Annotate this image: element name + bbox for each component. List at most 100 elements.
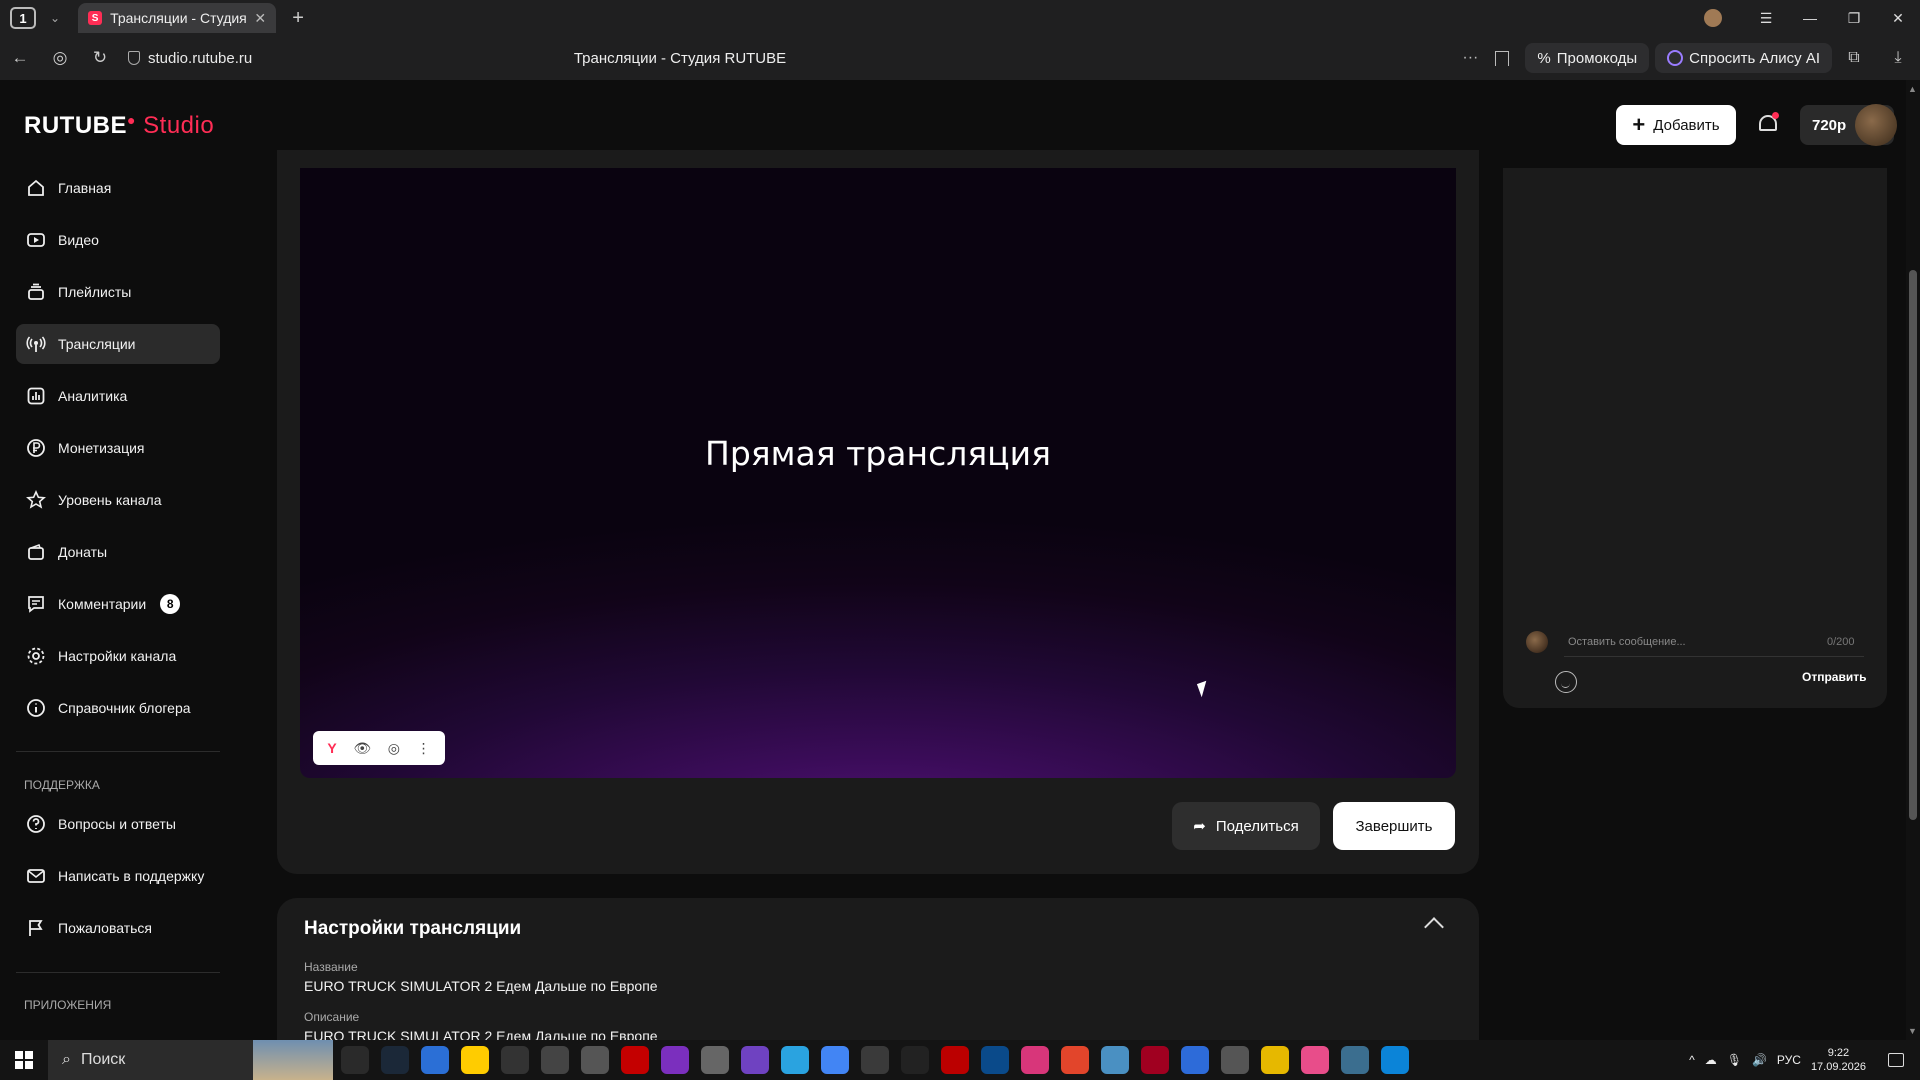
app-icon[interactable] xyxy=(1061,1046,1089,1074)
search-label: Поиск xyxy=(80,1051,126,1068)
support-heading: ПОДДЕРЖКА xyxy=(24,778,100,792)
chrome-icon[interactable] xyxy=(821,1046,849,1074)
sidebar-item-video[interactable]: Видео xyxy=(16,220,220,260)
sidebar-item-comments[interactable]: Комментарии 8 xyxy=(16,584,220,624)
browser-menu-icon[interactable]: ☰ xyxy=(1744,10,1788,27)
app-icon[interactable] xyxy=(1021,1046,1049,1074)
network-icon[interactable]: ☁ xyxy=(1705,1053,1717,1067)
edge-icon[interactable] xyxy=(1381,1046,1409,1074)
unreal-icon[interactable] xyxy=(901,1046,929,1074)
rutube-studio-logo[interactable]: RUTUBE● Studio xyxy=(24,112,214,140)
bookmark-icon[interactable] xyxy=(1495,50,1510,66)
app-icon[interactable] xyxy=(1221,1046,1249,1074)
app-icon[interactable] xyxy=(621,1046,649,1074)
emoji-icon[interactable] xyxy=(1555,671,1577,693)
search-icon: ⌕ xyxy=(62,1051,71,1068)
eye-icon[interactable]: 👁 xyxy=(353,740,371,757)
settings-title: Настройки трансляции xyxy=(304,918,522,939)
app-icon[interactable] xyxy=(941,1046,969,1074)
app-icon[interactable] xyxy=(1181,1046,1209,1074)
send-button[interactable]: Отправить xyxy=(1802,670,1866,684)
telegram-icon[interactable] xyxy=(781,1046,809,1074)
app-icon[interactable] xyxy=(541,1046,569,1074)
video-player[interactable]: Прямая трансляция Y 👁 ◎ ⋮ xyxy=(300,168,1456,778)
yandex-y-icon[interactable]: Y xyxy=(327,740,336,756)
app-icon[interactable] xyxy=(421,1046,449,1074)
app-icon[interactable] xyxy=(861,1046,889,1074)
tab-list-chevron-icon[interactable]: ⌄ xyxy=(50,11,60,25)
sidebar-item-streams[interactable]: Трансляции xyxy=(16,324,220,364)
language-indicator[interactable]: РУС xyxy=(1777,1053,1801,1067)
browser-profile-icon[interactable] xyxy=(1704,9,1722,27)
new-tab-icon[interactable]: + xyxy=(286,7,310,30)
mic-icon[interactable]: 🎙 xyxy=(1727,1053,1742,1067)
end-stream-button[interactable]: Завершить xyxy=(1333,802,1455,850)
bell-icon[interactable] xyxy=(1757,111,1779,137)
share-label: Поделиться xyxy=(1215,817,1299,835)
sidebar-item-channel-level[interactable]: Уровень канала xyxy=(16,480,220,520)
app-icon[interactable] xyxy=(1341,1046,1369,1074)
sidebar-item-label: Комментарии xyxy=(58,596,147,612)
sidebar-item-playlists[interactable]: Плейлисты xyxy=(16,272,220,312)
system-clock[interactable]: 9:22 17.09.2026 xyxy=(1811,1046,1866,1074)
sidebar-item-label: Плейлисты xyxy=(58,284,132,300)
sidebar-item-home[interactable]: Главная xyxy=(16,168,220,208)
video-icon xyxy=(26,230,46,250)
close-window-icon[interactable]: ✕ xyxy=(1876,10,1920,27)
file-explorer-icon[interactable] xyxy=(1261,1046,1289,1074)
alice-button[interactable]: Спросить Алису AI xyxy=(1655,43,1832,73)
sidebar-item-faq[interactable]: Вопросы и ответы xyxy=(16,804,220,844)
sidebar-item-channel-settings[interactable]: Настройки канала xyxy=(16,636,220,676)
app-icon[interactable] xyxy=(701,1046,729,1074)
minimize-icon[interactable]: — xyxy=(1788,10,1832,26)
alice-icon xyxy=(1667,50,1684,66)
chat-message-input[interactable] xyxy=(1564,627,1864,657)
restore-icon[interactable]: ❐ xyxy=(1832,10,1876,27)
sidebar-item-analytics[interactable]: Аналитика xyxy=(16,376,220,416)
tab-close-icon[interactable]: ✕ xyxy=(254,10,266,27)
player-toolbar: Y 👁 ◎ ⋮ xyxy=(313,731,445,765)
browser-tab-active[interactable]: S Трансляции - Студия R ✕ xyxy=(78,3,277,33)
download-icon[interactable]: ⤓ xyxy=(1876,49,1920,67)
comments-count-badge: 8 xyxy=(160,594,181,614)
task-view-icon[interactable] xyxy=(341,1046,369,1074)
collapse-chevron-icon[interactable] xyxy=(1424,917,1444,937)
collections-icon[interactable]: ⧉ xyxy=(1832,49,1876,67)
scroll-up-icon[interactable]: ▲ xyxy=(1908,84,1917,94)
sidebar-item-donations[interactable]: Донаты xyxy=(16,532,220,572)
avatar[interactable] xyxy=(1855,104,1897,146)
app-icon[interactable] xyxy=(501,1046,529,1074)
app-icon[interactable] xyxy=(1141,1046,1169,1074)
description-label: Описание xyxy=(304,1010,360,1024)
steam-icon[interactable] xyxy=(381,1046,409,1074)
visual-studio-icon[interactable] xyxy=(741,1046,769,1074)
yandex-browser-icon[interactable] xyxy=(461,1046,489,1074)
star-icon xyxy=(26,490,46,510)
app-icon[interactable] xyxy=(661,1046,689,1074)
start-button[interactable] xyxy=(0,1051,48,1069)
add-button[interactable]: + Добавить xyxy=(1616,105,1736,145)
taskbar-search[interactable]: ⌕ Поиск xyxy=(48,1040,333,1080)
notification-center-icon[interactable] xyxy=(1888,1053,1904,1067)
share-button[interactable]: ➦ Поделиться xyxy=(1172,802,1320,850)
sidebar-divider xyxy=(16,751,220,752)
app-icon[interactable] xyxy=(1301,1046,1329,1074)
scrollbar-thumb[interactable] xyxy=(1909,270,1917,820)
sidebar-item-report[interactable]: Пожаловаться xyxy=(16,908,220,948)
settings-app-icon[interactable] xyxy=(581,1046,609,1074)
tab-title: Трансляции - Студия R xyxy=(110,10,247,26)
sidebar-item-contact-support[interactable]: Написать в поддержку xyxy=(16,856,220,896)
app-icon[interactable] xyxy=(981,1046,1009,1074)
promo-button[interactable]: % Промокоды xyxy=(1525,43,1650,73)
sidebar-item-blogger-guide[interactable]: Справочник блогера xyxy=(16,688,220,728)
screenshot-icon[interactable]: ◎ xyxy=(388,740,400,757)
scroll-down-icon[interactable]: ▼ xyxy=(1908,1026,1917,1036)
sidebar-item-monetization[interactable]: Монетизация xyxy=(16,428,220,468)
volume-icon[interactable]: 🔊 xyxy=(1752,1053,1767,1067)
more-icon[interactable]: ··· xyxy=(1455,49,1485,67)
tab-count-button[interactable]: 1 xyxy=(10,7,36,29)
more-vertical-icon[interactable]: ⋮ xyxy=(417,740,431,757)
tray-expand-icon[interactable]: ^ xyxy=(1689,1053,1695,1067)
app-icon[interactable] xyxy=(1101,1046,1129,1074)
promo-label: Промокоды xyxy=(1556,49,1638,67)
